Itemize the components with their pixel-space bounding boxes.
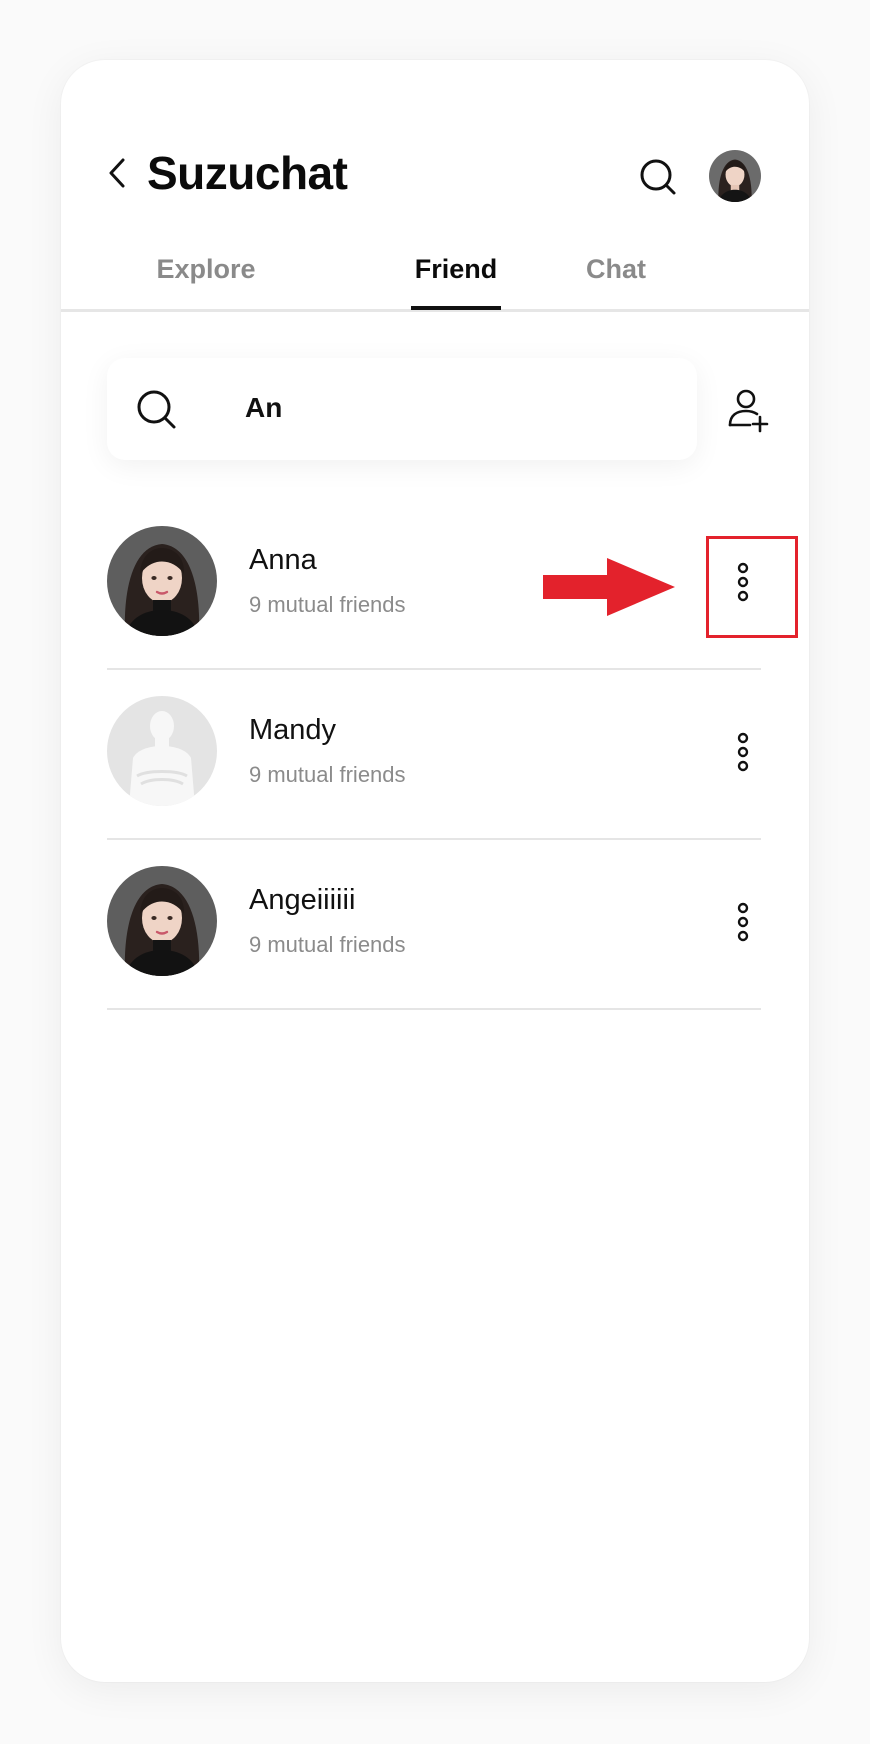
annotation-arrow-icon <box>543 558 675 616</box>
tab-chat[interactable]: Chat <box>561 254 671 308</box>
friend-search-field[interactable]: An <box>107 358 697 460</box>
mutual-friends-count: 9 mutual friends <box>249 592 406 617</box>
active-tab-indicator <box>411 306 501 310</box>
friend-row-mandy[interactable]: Mandy 9 mutual friends <box>107 670 761 840</box>
add-friend-button[interactable] <box>721 382 777 438</box>
chevron-left-icon <box>109 158 125 188</box>
more-options-button[interactable] <box>733 722 753 782</box>
avatar <box>107 696 217 806</box>
tab-explore[interactable]: Explore <box>151 254 261 308</box>
avatar-photo <box>107 526 217 636</box>
friend-row-angeiiiiii[interactable]: Angeiiiiii 9 mutual friends <box>107 840 761 1010</box>
add-user-icon <box>728 389 769 433</box>
app-title: Suzuchat <box>147 147 348 199</box>
mutual-friends-count: 9 mutual friends <box>249 762 406 787</box>
search-icon <box>137 390 176 429</box>
phone-frame: Suzuchat Explore Friend Chat An Anna 9 m… <box>61 60 809 1682</box>
avatar <box>107 526 217 636</box>
friend-name: Angeiiiiii <box>249 884 356 916</box>
search-icon <box>640 159 676 195</box>
annotation-highlight-box <box>706 536 798 638</box>
default-avatar-icon <box>107 696 217 806</box>
back-button[interactable] <box>97 148 137 198</box>
search-field-icon <box>133 386 179 432</box>
friend-name: Anna <box>249 544 317 576</box>
avatar <box>107 866 217 976</box>
more-vertical-icon <box>737 902 749 942</box>
tab-friend[interactable]: Friend <box>401 254 511 308</box>
tab-bar: Explore Friend Chat <box>61 250 809 312</box>
avatar-photo <box>709 150 761 202</box>
search-input-value[interactable]: An <box>245 392 645 424</box>
header-search-button[interactable] <box>633 152 683 202</box>
friend-name: Mandy <box>249 714 337 746</box>
profile-avatar[interactable] <box>709 150 761 202</box>
more-vertical-icon <box>737 732 749 772</box>
more-options-button[interactable] <box>733 892 753 952</box>
mutual-friends-count: 9 mutual friends <box>249 932 406 957</box>
avatar-photo <box>107 866 217 976</box>
